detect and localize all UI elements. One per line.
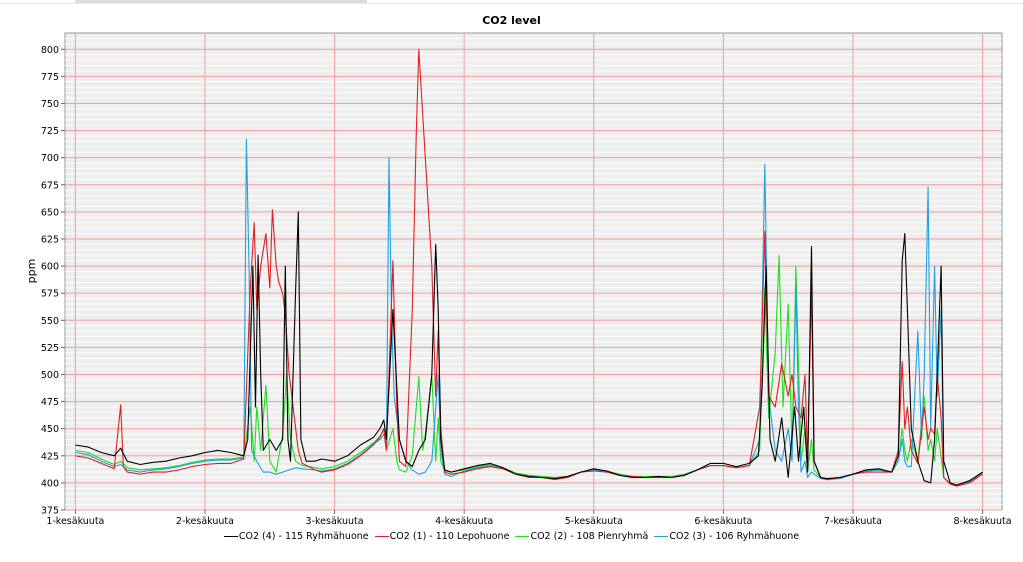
x-tick-label: 5-kesäkuuta bbox=[565, 516, 623, 527]
x-tick-label: 4-kesäkuuta bbox=[435, 516, 493, 527]
legend-label: CO2 (3) - 106 Ryhmähuone bbox=[669, 531, 800, 542]
legend-item: CO2 (3) - 106 Ryhmähuone bbox=[654, 531, 799, 542]
y-tick-label: 425 bbox=[41, 451, 59, 462]
legend-swatch bbox=[223, 536, 238, 537]
x-axis: 1-kesäkuuta 2-kesäkuuta 3-kesäkuuta 4-kesäk… bbox=[46, 510, 1012, 527]
y-tick-label: 725 bbox=[41, 126, 59, 137]
legend-item: CO2 (4) - 115 Ryhmähuone bbox=[223, 531, 369, 542]
co2-line-chart: 375 400 425 450 475 500 525 550 575 600 625 650 675 7… bbox=[25, 32, 1012, 527]
y-tick-label: 400 bbox=[41, 478, 59, 489]
y-tick-label: 675 bbox=[41, 180, 59, 191]
y-tick-label: 525 bbox=[41, 343, 59, 354]
y-tick-label: 700 bbox=[41, 153, 59, 164]
y-axis: 375 400 425 450 475 500 525 550 575 600 625 650 675 7… bbox=[41, 45, 65, 517]
chart-legend: CO2 (4) - 115 Ryhmähuone CO2 (1) - 110 Le… bbox=[0, 531, 1023, 542]
y-axis-label: ppm bbox=[25, 259, 38, 284]
legend-swatch bbox=[374, 536, 389, 537]
y-tick-label: 600 bbox=[41, 262, 59, 273]
x-tick-label: 7-kesäkuuta bbox=[824, 516, 882, 527]
y-tick-label: 625 bbox=[41, 234, 59, 245]
y-tick-label: 650 bbox=[41, 207, 59, 218]
y-tick-label: 575 bbox=[41, 289, 59, 300]
x-tick-label: 3-kesäkuuta bbox=[306, 516, 364, 527]
legend-swatch bbox=[654, 536, 669, 537]
y-tick-label: 775 bbox=[41, 72, 59, 83]
legend-item: CO2 (2) - 108 Pienryhmä bbox=[515, 531, 648, 542]
legend-item: CO2 (1) - 110 Lepohuone bbox=[374, 531, 510, 542]
x-tick-label: 8-kesäkuuta bbox=[954, 516, 1012, 527]
x-tick-label: 1-kesäkuuta bbox=[46, 516, 104, 527]
x-tick-label: 6-kesäkuuta bbox=[694, 516, 752, 527]
y-tick-label: 800 bbox=[41, 45, 59, 56]
y-tick-label: 550 bbox=[41, 316, 59, 327]
legend-label: CO2 (4) - 115 Ryhmähuone bbox=[238, 531, 369, 542]
y-tick-label: 750 bbox=[41, 99, 59, 110]
legend-swatch bbox=[515, 536, 530, 537]
legend-label: CO2 (1) - 110 Lepohuone bbox=[389, 531, 510, 542]
y-tick-label: 450 bbox=[41, 424, 59, 435]
y-tick-label: 475 bbox=[41, 397, 59, 408]
y-tick-label: 375 bbox=[41, 506, 59, 517]
x-tick-label: 2-kesäkuuta bbox=[176, 516, 234, 527]
legend-label: CO2 (2) - 108 Pienryhmä bbox=[530, 531, 649, 542]
y-tick-label: 500 bbox=[41, 370, 59, 381]
